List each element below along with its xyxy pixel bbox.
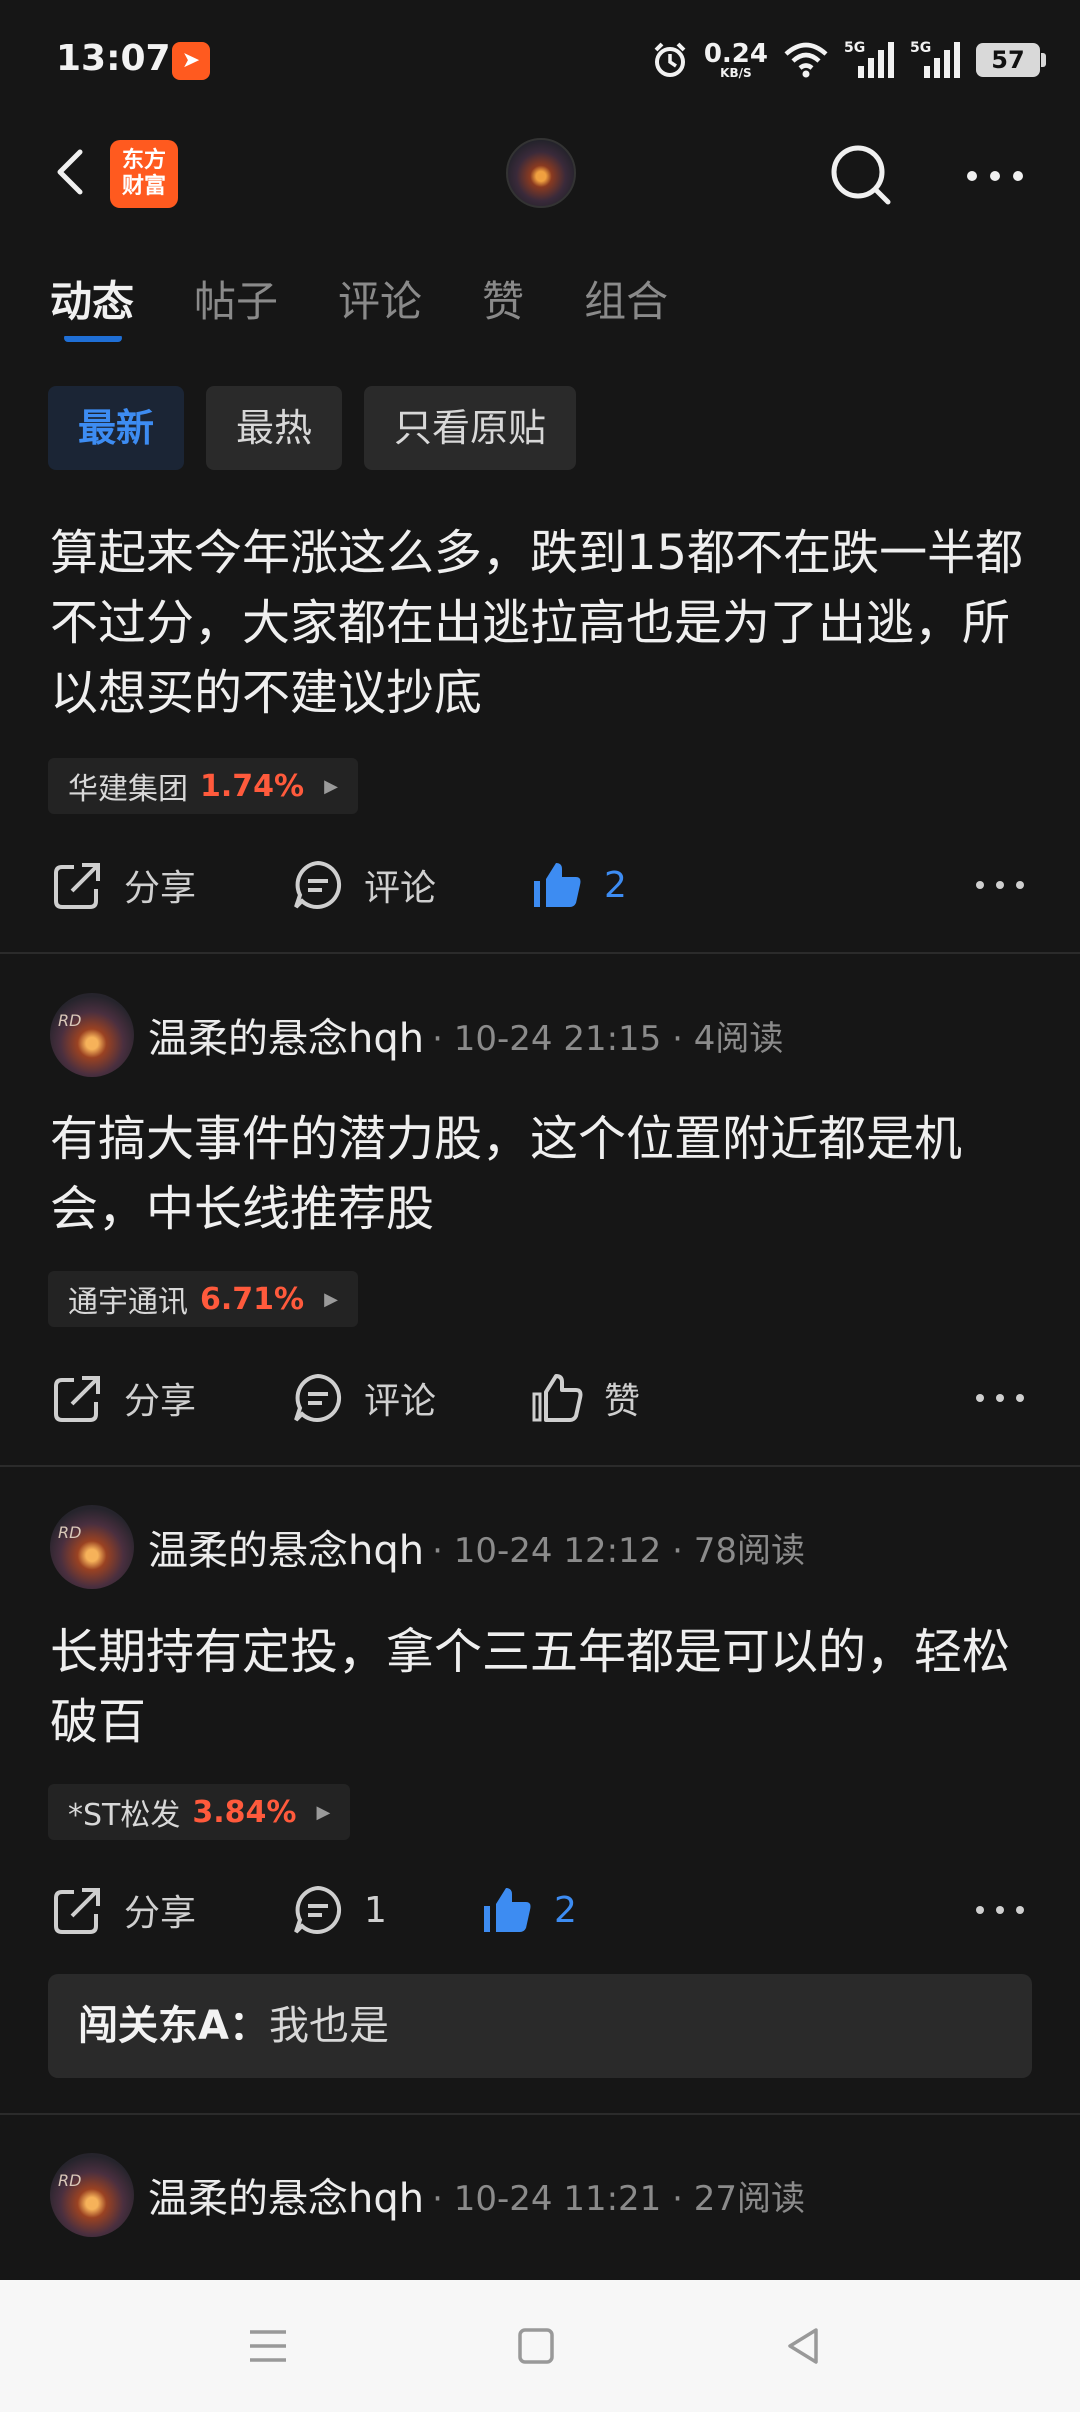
alarm-icon [654, 42, 686, 77]
system-navigation-bar [0, 2280, 1080, 2412]
app-logo: 东方 财富 [110, 140, 178, 208]
tab-posts[interactable]: 帖子 [194, 268, 278, 348]
tab-comments[interactable]: 评论 [338, 268, 422, 348]
more-options-icon[interactable] [960, 146, 1030, 206]
post-meta: · 10-24 12:12 · 78阅读 [432, 1530, 805, 1571]
tab-portfolio[interactable]: 组合 [584, 268, 668, 348]
battery-indicator: 57 [976, 43, 1046, 77]
post-actions: 分享 评论 赞 [50, 1358, 1030, 1438]
top-bar: 东方 财富 [0, 120, 1080, 230]
post-more-icon[interactable] [970, 1870, 1030, 1950]
post-author[interactable]: RD 温柔的悬念hqh · 10-24 21:15 · 4阅读 [50, 990, 783, 1080]
back-arrow-icon[interactable] [44, 142, 104, 202]
post-content[interactable]: 长期持有定投，拿个三五年都是可以的，轻松破百 [50, 1617, 1040, 1757]
profile-tabs: 动态 帖子 评论 赞 组合 [50, 268, 668, 348]
filter-latest[interactable]: 最新 [48, 386, 185, 470]
comment-icon [294, 1885, 342, 1934]
play-arrow-icon: ▶ [324, 775, 338, 797]
search-icon[interactable] [826, 140, 896, 210]
like-button[interactable]: 2 [530, 845, 627, 925]
filter-hottest[interactable]: 最热 [206, 386, 343, 470]
status-bar: 13:07 ➤ 0.24 KB/S 5G 5G 57 [0, 0, 1080, 120]
post-actions: 分享 评论 2 [50, 845, 1030, 925]
divider [0, 2113, 1080, 2115]
author-name[interactable]: 温柔的悬念hqh [148, 2166, 424, 2224]
tab-likes[interactable]: 赞 [482, 268, 524, 348]
filter-chips: 最新 最热 只看原贴 [48, 386, 577, 470]
stock-tag[interactable]: 华建集团 1.74% ▶ [48, 758, 358, 814]
status-time: 13:07 [56, 38, 171, 79]
share-button[interactable]: 分享 [50, 1870, 196, 1950]
like-button[interactable]: 2 [480, 1870, 577, 1950]
back-triangle-icon[interactable] [776, 2318, 832, 2374]
profile-avatar[interactable] [506, 138, 576, 208]
home-square-icon[interactable] [508, 2318, 564, 2374]
author-avatar[interactable]: RD [50, 1505, 134, 1589]
post-content[interactable]: 有搞大事件的潜力股，这个位置附近都是机会，中长线推荐股 [50, 1104, 1040, 1244]
share-icon [54, 1376, 100, 1422]
comment-icon [294, 1373, 342, 1422]
filter-original-only[interactable]: 只看原贴 [364, 386, 577, 470]
wifi-icon [784, 42, 828, 78]
post-author[interactable]: RD 温柔的悬念hqh · 10-24 12:12 · 78阅读 [50, 1502, 805, 1592]
share-icon [54, 1888, 100, 1934]
comment-button[interactable]: 评论 [290, 845, 436, 925]
like-button[interactable]: 赞 [530, 1358, 640, 1438]
author-name[interactable]: 温柔的悬念hqh [148, 1518, 424, 1576]
post-meta: · 10-24 11:21 · 27阅读 [432, 2178, 805, 2219]
post-more-icon[interactable] [970, 1358, 1030, 1438]
stock-tag[interactable]: *ST松发 3.84% ▶ [48, 1784, 351, 1840]
divider [0, 1465, 1080, 1467]
play-arrow-icon: ▶ [324, 1288, 338, 1310]
status-right: 0.24 KB/S 5G 5G 57 [650, 36, 1046, 84]
post-content[interactable]: 算起来今年涨这么多，跌到15都不在跌一半都不过分，大家都在出逃拉高也是为了出逃，… [50, 518, 1040, 728]
share-button[interactable]: 分享 [50, 1358, 196, 1438]
share-button[interactable]: 分享 [50, 845, 196, 925]
stock-tag[interactable]: 通宇通讯 6.71% ▶ [48, 1271, 358, 1327]
comment-icon [294, 860, 342, 909]
reply-preview[interactable]: 闯关东A：我也是 [48, 1974, 1032, 2078]
post-more-icon[interactable] [970, 845, 1030, 925]
comment-button[interactable]: 1 [290, 1870, 387, 1950]
post-actions: 分享 1 2 [50, 1870, 1030, 1950]
tab-dynamic[interactable]: 动态 [50, 268, 134, 348]
thumbs-up-icon [532, 1374, 583, 1422]
comment-button[interactable]: 评论 [290, 1358, 436, 1438]
reply-text: 我也是 [268, 2003, 389, 2049]
notification-app-icon: ➤ [172, 42, 210, 80]
post-meta: · 10-24 21:15 · 4阅读 [432, 1018, 784, 1059]
network-speed: 0.24 KB/S [703, 39, 768, 80]
thumbs-up-filled-icon [484, 1888, 531, 1932]
reply-author[interactable]: 闯关东A： [78, 2003, 269, 2049]
divider [0, 952, 1080, 954]
author-avatar[interactable]: RD [50, 2153, 134, 2237]
cell-signal-1: 5G [844, 40, 896, 80]
play-arrow-icon: ▶ [316, 1801, 331, 1823]
author-avatar[interactable]: RD [50, 993, 134, 1077]
share-icon [54, 863, 100, 909]
author-name[interactable]: 温柔的悬念hqh [148, 1006, 424, 1064]
thumbs-up-filled-icon [534, 863, 581, 907]
cell-signal-2: 5G [910, 40, 962, 80]
menu-icon[interactable] [240, 2318, 296, 2374]
post-author[interactable]: RD 温柔的悬念hqh · 10-24 11:21 · 27阅读 [50, 2150, 805, 2240]
active-tab-indicator [64, 334, 122, 342]
